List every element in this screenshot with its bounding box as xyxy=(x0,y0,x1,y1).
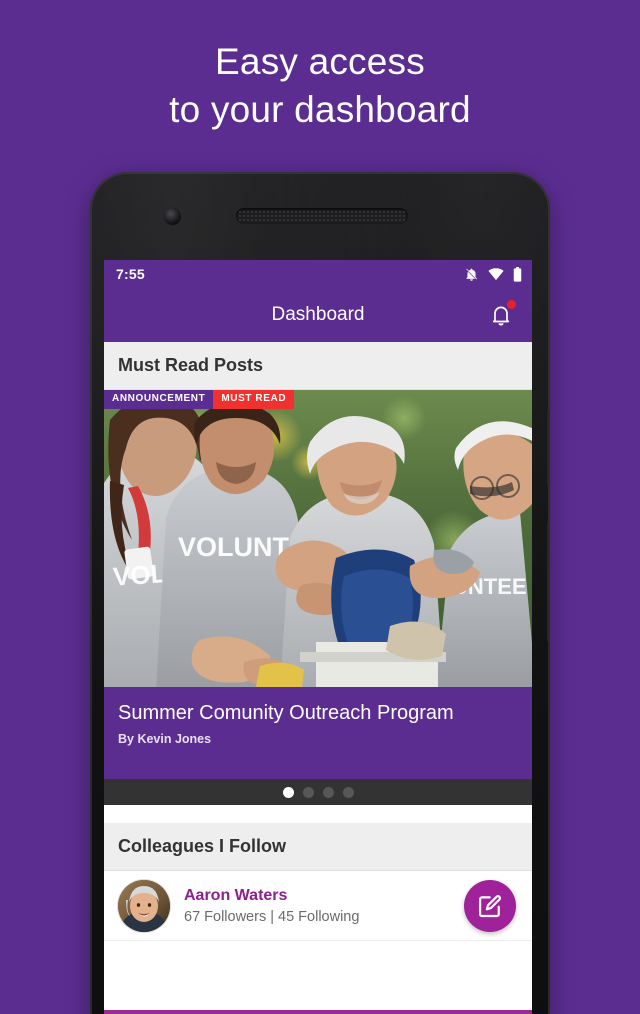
status-bar-clock: 7:55 xyxy=(116,266,145,282)
section-spacer xyxy=(104,805,532,823)
promo-headline: Easy access to your dashboard xyxy=(0,38,640,134)
volume-button[interactable] xyxy=(547,410,550,486)
post-badges: ANNOUNCEMENT MUST READ xyxy=(104,390,295,409)
badge-must-read: MUST READ xyxy=(213,390,295,409)
colleagues-title: Colleagues I Follow xyxy=(118,836,287,856)
phone-device-frame: 7:55 Dashboard Must Read Posts VOLUN VOL… xyxy=(90,172,550,1014)
promo-line-1: Easy access xyxy=(215,41,425,82)
battery-icon xyxy=(513,266,522,282)
badge-announcement: ANNOUNCEMENT xyxy=(104,390,214,409)
avatar xyxy=(118,879,170,932)
notifications-button[interactable] xyxy=(484,298,518,332)
featured-post-card[interactable]: VOLUN VOL VOLUNTEER VOLUNTEE xyxy=(104,390,532,687)
status-bar: 7:55 xyxy=(104,260,532,288)
bottom-navigation: Company Dashboard xyxy=(104,1010,532,1014)
colleague-name[interactable]: Aaron Waters xyxy=(184,886,359,905)
app-bar: Dashboard xyxy=(104,288,532,342)
colleague-info: Aaron Waters 67 Followers | 45 Following xyxy=(184,886,359,925)
phone-screen: 7:55 Dashboard Must Read Posts VOLUN VOL… xyxy=(104,260,532,1014)
carousel-dot-4[interactable] xyxy=(342,786,354,798)
featured-post-caption[interactable]: Summer Comunity Outreach Program By Kevi… xyxy=(104,687,532,779)
compose-post-fab[interactable] xyxy=(464,879,516,932)
carousel-dot-1[interactable] xyxy=(282,786,294,798)
wifi-icon xyxy=(488,267,504,281)
notification-badge-dot xyxy=(507,300,516,309)
featured-post-image: VOLUN VOL VOLUNTEER VOLUNTEE xyxy=(104,390,532,687)
carousel-dot-3[interactable] xyxy=(322,786,334,798)
carousel-pagination[interactable] xyxy=(104,779,532,805)
promo-line-2: to your dashboard xyxy=(169,89,471,130)
page-title: Dashboard xyxy=(271,304,365,325)
front-camera-icon xyxy=(164,208,181,225)
list-item[interactable]: Aaron Waters 67 Followers | 45 Following xyxy=(104,871,532,941)
colleague-stats: 67 Followers | 45 Following xyxy=(184,909,360,925)
featured-post-title: Summer Comunity Outreach Program xyxy=(118,702,454,724)
must-read-section-header: Must Read Posts xyxy=(104,342,532,390)
featured-post-author: By Kevin Jones xyxy=(118,732,212,746)
status-bar-icons xyxy=(464,266,522,282)
earpiece-speaker xyxy=(236,208,408,224)
power-button[interactable] xyxy=(547,522,550,642)
edit-note-icon xyxy=(478,894,502,917)
bell-off-icon xyxy=(464,267,479,282)
carousel-dot-2[interactable] xyxy=(302,786,314,798)
must-read-title: Must Read Posts xyxy=(118,355,264,375)
colleagues-section-header: Colleagues I Follow xyxy=(104,823,532,871)
